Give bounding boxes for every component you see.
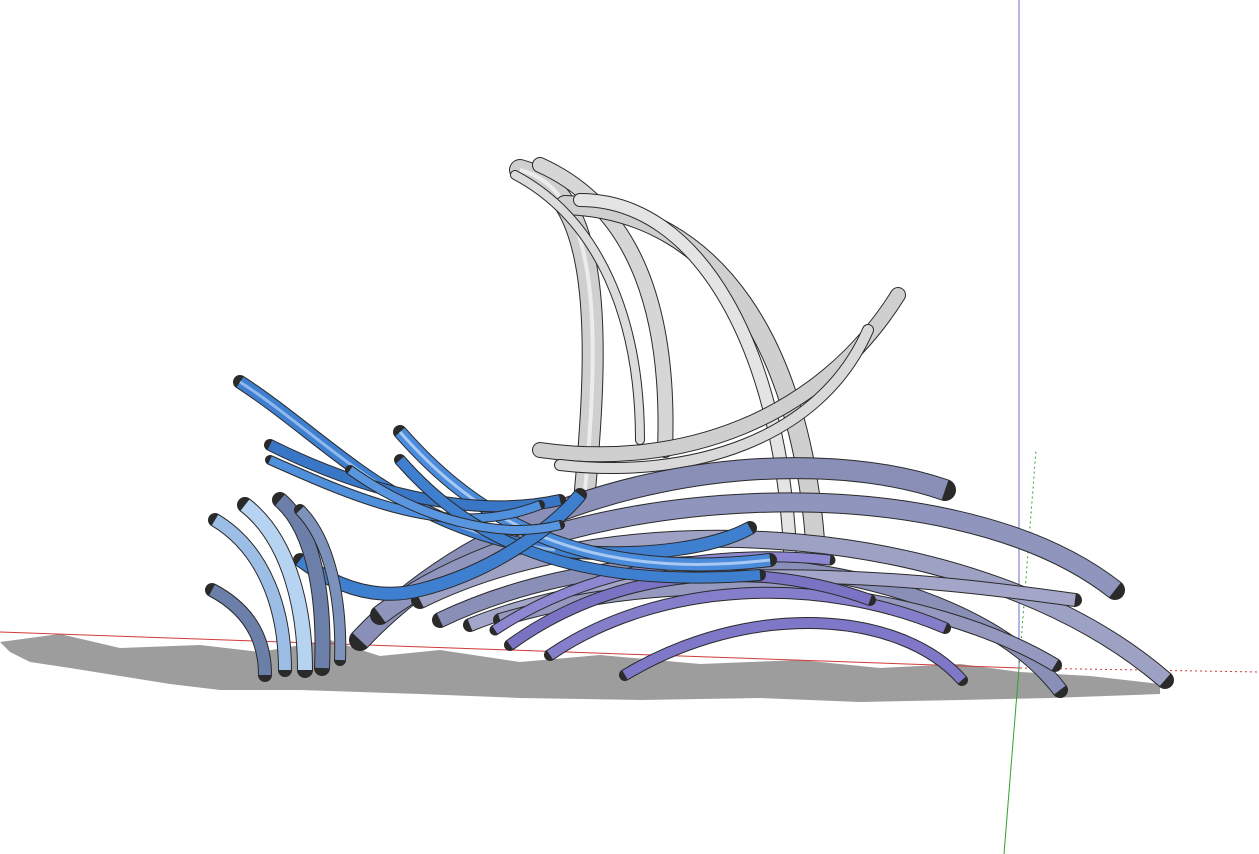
model-axes [0, 0, 1259, 854]
ground-shadow [0, 634, 1160, 702]
3d-modeling-viewport[interactable] [0, 0, 1259, 854]
shadow-shape [0, 634, 1160, 702]
sail-arcs [509, 157, 906, 557]
viewport-canvas[interactable] [0, 0, 1259, 854]
green-axis-dotted [1018, 449, 1037, 669]
